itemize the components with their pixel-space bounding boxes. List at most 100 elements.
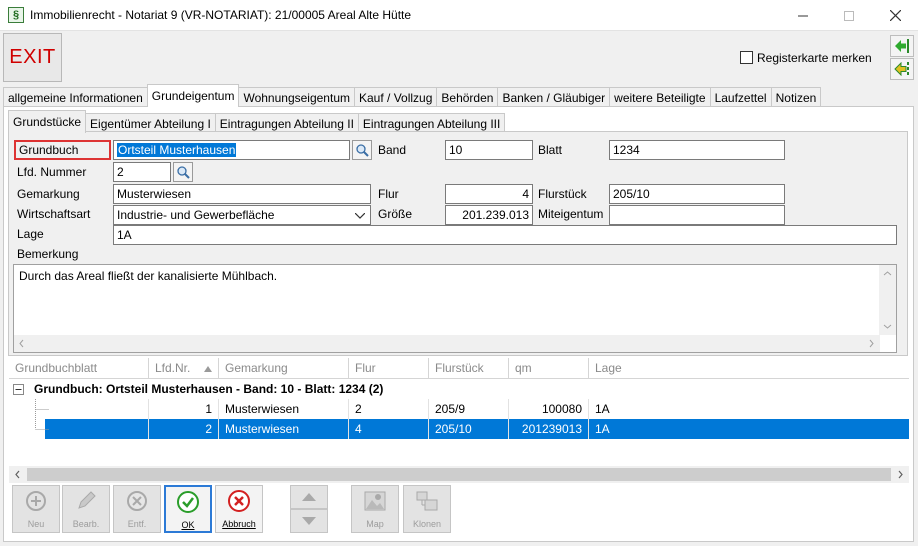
- clone-button-label: Klonen: [412, 519, 442, 529]
- lage-field[interactable]: 1A: [113, 225, 897, 245]
- minimize-icon: [798, 15, 808, 16]
- grid-horizontal-scrollbar[interactable]: [9, 466, 909, 483]
- tab-behoerden[interactable]: Behörden: [436, 87, 499, 107]
- maximize-button[interactable]: [826, 0, 872, 31]
- lfd-nummer-field[interactable]: 2: [113, 162, 171, 182]
- column-header-lage[interactable]: Lage: [589, 358, 909, 379]
- pencil-icon: [74, 489, 98, 513]
- ok-button[interactable]: OK: [164, 485, 212, 533]
- cell-grundbuchblatt: [45, 419, 149, 439]
- miteigentum-field[interactable]: [609, 205, 785, 225]
- tab-banken-glaeubiger[interactable]: Banken / Gläubiger: [497, 87, 611, 107]
- lfd-search-button[interactable]: [173, 162, 193, 182]
- nav-back-dashed-button[interactable]: [890, 58, 914, 80]
- grundbuch-value: Ortsteil Musterhausen: [117, 143, 237, 157]
- new-button-label: Neu: [27, 519, 45, 529]
- bemerkung-text: Durch das Areal fließt der kanalisierte …: [19, 269, 278, 283]
- add-icon: [24, 489, 48, 513]
- tab-allgemeine-informationen[interactable]: allgemeine Informationen: [3, 87, 148, 107]
- move-up-button[interactable]: [290, 485, 328, 509]
- scroll-arrows-icon: [883, 271, 892, 329]
- column-header-qm[interactable]: qm: [509, 358, 589, 379]
- new-button[interactable]: Neu: [12, 485, 60, 533]
- search-icon: [176, 165, 190, 179]
- column-header-flur[interactable]: Flur: [349, 358, 429, 379]
- band-field[interactable]: 10: [445, 140, 533, 160]
- groesse-field[interactable]: 201.239.013: [445, 205, 533, 225]
- cell-lage: 1A: [589, 419, 909, 439]
- tab-grundstuecke[interactable]: Grundstücke: [8, 110, 87, 133]
- cancel-icon: [227, 489, 251, 513]
- edit-button[interactable]: Bearb.: [62, 485, 110, 533]
- flurstueck-field[interactable]: 205/10: [609, 184, 785, 204]
- table-row-selected[interactable]: 2 Musterwiesen 4 205/10 201239013 1A: [9, 419, 909, 439]
- grid-header: Grundbuchblatt Lfd.Nr. Gemarkung Flur Fl…: [9, 358, 909, 379]
- bemerkung-textarea[interactable]: Durch das Areal fließt der kanalisierte …: [13, 264, 897, 353]
- clone-button[interactable]: Klonen: [403, 485, 451, 533]
- register-checkbox[interactable]: [740, 51, 753, 64]
- scroll-arrows-icon: [19, 339, 874, 348]
- wirtschaftsart-select[interactable]: Industrie- und Gewerbefläche: [113, 205, 371, 225]
- tab-laufzettel[interactable]: Laufzettel: [709, 87, 772, 107]
- tab-eintragungen-abteilung-3[interactable]: Eintragungen Abteilung III: [357, 113, 506, 133]
- cell-flur: 4: [349, 419, 429, 439]
- flurstueck-label: Flurstück: [538, 187, 587, 201]
- bemerkung-vertical-scrollbar[interactable]: [879, 265, 896, 335]
- table-row[interactable]: 1 Musterwiesen 2 205/9 100080 1A: [9, 399, 909, 419]
- cell-flur: 2: [349, 399, 429, 419]
- column-header-lfdnr-label: Lfd.Nr.: [155, 361, 191, 375]
- search-icon: [355, 143, 369, 157]
- gemarkung-field[interactable]: Musterwiesen: [113, 184, 371, 204]
- band-label: Band: [378, 143, 407, 157]
- gemarkung-label: Gemarkung: [17, 187, 80, 201]
- grundbuch-field[interactable]: Ortsteil Musterhausen: [113, 140, 350, 160]
- column-header-flurstueck[interactable]: Flurstück: [429, 358, 509, 379]
- delete-button[interactable]: Entf.: [113, 485, 161, 533]
- move-down-button[interactable]: [290, 509, 328, 533]
- exit-button[interactable]: EXIT: [3, 33, 62, 82]
- cancel-button-label: Abbruch: [222, 519, 256, 529]
- group-row[interactable]: Grundbuch: Ortsteil Musterhausen - Band:…: [9, 379, 909, 399]
- cell-gemarkung: Musterwiesen: [219, 399, 349, 419]
- column-header-grundbuchblatt[interactable]: Grundbuchblatt: [9, 358, 149, 379]
- tab-kauf-vollzug[interactable]: Kauf / Vollzug: [354, 87, 438, 107]
- cell-qm: 201239013: [509, 419, 589, 439]
- cell-flurstueck: 205/9: [429, 399, 509, 419]
- tree-connector-selected: [35, 419, 49, 430]
- cell-flurstueck: 205/10: [429, 419, 509, 439]
- arrow-up-icon: [302, 493, 316, 501]
- title-bar: § Immobilienrecht - Notariat 9 (VR-NOTAR…: [0, 0, 918, 31]
- map-button[interactable]: Map: [351, 485, 399, 533]
- tab-grundeigentum[interactable]: Grundeigentum: [146, 84, 240, 107]
- clone-icon: [415, 489, 439, 513]
- map-button-label: Map: [366, 519, 384, 529]
- wirtschaftsart-value: Industrie- und Gewerbefläche: [117, 208, 275, 222]
- checkmark-icon: [176, 490, 200, 514]
- flur-label: Flur: [378, 187, 399, 201]
- lfd-nummer-label: Lfd. Nummer: [17, 165, 87, 179]
- cancel-button[interactable]: Abbruch: [215, 485, 263, 533]
- tab-weitere-beteiligte[interactable]: weitere Beteiligte: [609, 87, 711, 107]
- delete-button-label: Entf.: [127, 519, 147, 529]
- tab-eintragungen-abteilung-2[interactable]: Eintragungen Abteilung II: [214, 113, 359, 133]
- flur-field[interactable]: 4: [445, 184, 533, 204]
- column-header-lfdnr[interactable]: Lfd.Nr.: [149, 358, 219, 379]
- sort-ascending-icon: [204, 366, 212, 372]
- collapse-icon: [13, 384, 24, 395]
- minimize-button[interactable]: [780, 0, 826, 31]
- groesse-label: Größe: [378, 207, 413, 221]
- tab-notizen[interactable]: Notizen: [770, 87, 822, 107]
- grundbuch-search-button[interactable]: [352, 140, 372, 160]
- arrow-left-icon: [895, 39, 909, 53]
- arrow-left-dashed-icon: [894, 62, 909, 76]
- tab-wohnungseigentum[interactable]: Wohnungseigentum: [238, 87, 355, 107]
- nav-back-button[interactable]: [890, 35, 914, 57]
- close-button[interactable]: [872, 0, 918, 31]
- bemerkung-label: Bemerkung: [17, 247, 79, 261]
- bemerkung-horizontal-scrollbar[interactable]: [14, 335, 880, 352]
- delete-icon: [125, 489, 149, 513]
- blatt-field[interactable]: 1234: [609, 140, 785, 160]
- column-header-gemarkung[interactable]: Gemarkung: [219, 358, 349, 379]
- tab-eigentuemer-abteilung-1[interactable]: Eigentümer Abteilung I: [85, 113, 216, 133]
- scroll-arrows-icon: [15, 468, 903, 481]
